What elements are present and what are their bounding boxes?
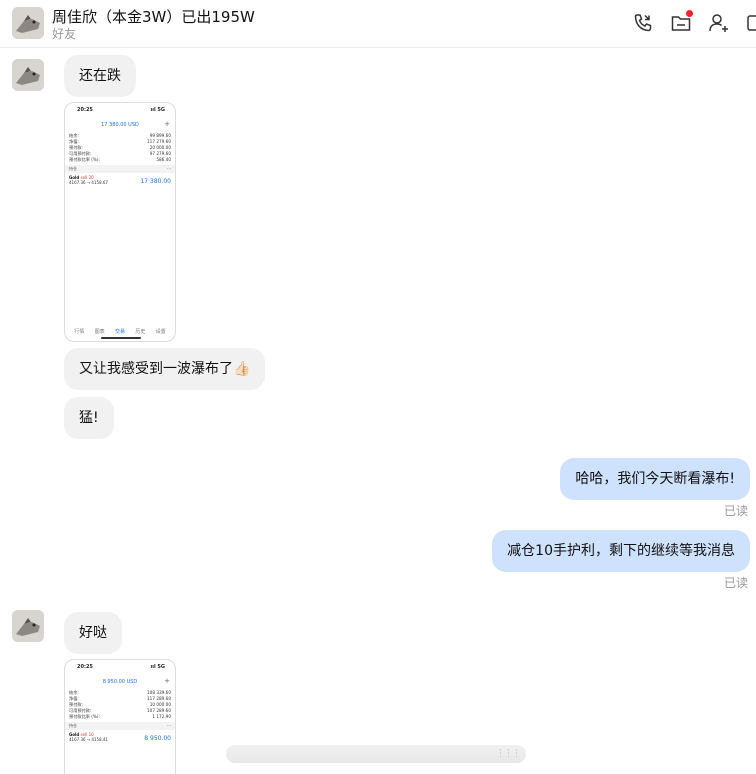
message-bubble-outgoing[interactable]: 减仓10手护利，剩下的继续等我消息 — [492, 530, 750, 572]
balance-value: 17 380.00 USD — [101, 122, 139, 128]
row-key: 预付款比率 (%): — [69, 714, 100, 719]
plus-icon: + — [164, 120, 170, 128]
positions-header: 持仓 ··· — [65, 165, 175, 173]
message-bubble-incoming[interactable]: 又让我感受到一波瀑布了👍🏻 — [64, 348, 266, 390]
horizontal-scrollbar[interactable]: ⋮⋮⋮ — [226, 745, 526, 763]
unread-dot — [686, 10, 693, 17]
plus-icon: + — [164, 677, 170, 685]
more-dots-icon: ··· — [167, 723, 171, 728]
position-price-range: 4167.36 → 4158.41 — [69, 737, 108, 742]
position-profit: 8 950.00 — [144, 735, 171, 742]
message-bubble-outgoing[interactable]: 哈哈，我们今天断看瀑布! — [560, 458, 750, 500]
trading-screenshot-image[interactable]: 20:25 ııl 5G 17 380.00 USD + 结余: 99 899.6… — [64, 102, 176, 342]
account-summary: 结余: 99 899.60 净值: 117 279.60 预付款: 20 000.00… — [65, 133, 175, 163]
status-signal: ııl 5G — [150, 664, 165, 670]
contact-avatar[interactable] — [12, 7, 44, 39]
positions-label: 持仓 — [69, 723, 77, 728]
contact-relation: 好友 — [52, 27, 77, 41]
sender-avatar[interactable] — [12, 59, 44, 91]
read-status: 已读 — [723, 576, 748, 590]
folder-icon[interactable] — [670, 10, 693, 34]
status-time: 20:25 — [77, 107, 93, 113]
home-indicator — [101, 337, 141, 339]
account-summary: 结余: 108 339.60 净值: 117 289.60 预付款: 10 000.0… — [65, 690, 175, 720]
scroll-grip-icon: ⋮⋮⋮ — [496, 749, 521, 759]
positions-header: 持仓 ··· — [65, 722, 175, 730]
status-signal: ııl 5G — [150, 107, 165, 113]
balance-value: 8 950.00 USD — [102, 679, 138, 685]
sender-avatar[interactable] — [12, 610, 44, 642]
summary-row: 预付款比率 (%): 586.40 — [69, 157, 171, 163]
account-balance: 8 950.00 USD + — [65, 677, 175, 685]
chat-header: 周佳欣（本金3W）已出195W 好友 — [0, 0, 756, 48]
row-key: 预付款比率 (%): — [69, 157, 100, 162]
message-bubble-incoming[interactable]: 猛! — [64, 397, 114, 439]
nav-settings: 设置 — [155, 329, 166, 335]
more-dots-icon: ··· — [167, 166, 171, 171]
status-bar: 20:25 ııl 5G — [65, 660, 175, 670]
message-bubble-incoming[interactable]: 好哒 — [64, 612, 122, 654]
account-balance: 17 380.00 USD + — [65, 120, 175, 128]
status-bar: 20:25 ııl 5G — [65, 103, 175, 113]
summary-row: 预付款比率 (%): 1 172.90 — [69, 714, 171, 720]
more-icon[interactable] — [744, 12, 756, 34]
read-status: 已读 — [723, 504, 748, 518]
position-row: Gold sell 20 4167.36 → 4158.67 17 380.00 — [65, 173, 175, 187]
add-friend-icon[interactable] — [708, 12, 730, 34]
position-price-range: 4167.36 → 4158.67 — [69, 180, 108, 185]
app-bottom-nav: 行情 图表 交易 历史 设置 — [65, 328, 175, 335]
nav-chart: 图表 — [94, 329, 105, 335]
voice-call-icon[interactable] — [632, 12, 654, 34]
nav-history: 历史 — [135, 329, 146, 335]
nav-quotes: 行情 — [74, 329, 85, 335]
status-time: 20:25 — [77, 664, 93, 670]
trading-screenshot-image[interactable]: 20:25 ııl 5G 8 950.00 USD + 结余: 108 339.6… — [64, 659, 176, 774]
row-value: 1 172.90 — [152, 714, 171, 719]
nav-trade: 交易 — [114, 329, 125, 335]
chat-title: 周佳欣（本金3W）已出195W — [52, 8, 255, 26]
position-profit: 17 380.00 — [140, 178, 171, 185]
message-bubble-incoming[interactable]: 还在跌 — [64, 55, 136, 97]
row-value: 586.40 — [156, 157, 171, 162]
position-row: Gold sell 10 4167.36 → 4158.41 8 950.00 — [65, 730, 175, 744]
positions-label: 持仓 — [69, 166, 77, 171]
